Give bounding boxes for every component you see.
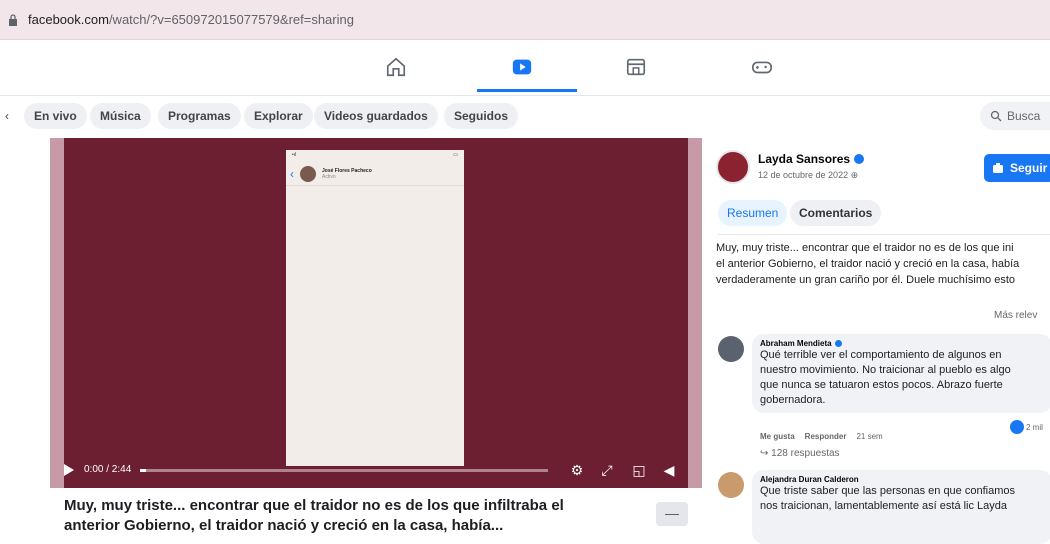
video-controls: 0:00 / 2:44 ⚙ ⤢ ◱ ◀ xyxy=(50,458,702,486)
post-description: Muy, muy triste... encontrar que el trai… xyxy=(716,242,1020,286)
phone-status-bar: •ıl ▭ xyxy=(292,152,458,158)
progress-track[interactable] xyxy=(140,469,548,472)
chip-musica[interactable]: Música xyxy=(90,103,151,129)
phone-chat-header: ‹ José Flores Pacheco Activo xyxy=(286,162,464,186)
comment-avatar[interactable] xyxy=(718,472,744,498)
reaction-count[interactable]: 2 mil xyxy=(1026,423,1043,432)
fullscreen-expand-icon[interactable]: ⤢ xyxy=(598,461,616,479)
play-icon[interactable] xyxy=(64,464,74,476)
search-input[interactable]: Busca xyxy=(980,102,1050,130)
phone-screenshot: •ıl ▭ ‹ José Flores Pacheco Activo xyxy=(286,150,464,466)
chip-programas[interactable]: Programas xyxy=(158,103,241,129)
reply-arrow-icon: ↪ xyxy=(760,448,772,459)
volume-icon[interactable]: ◀ xyxy=(660,461,678,479)
lock-icon xyxy=(9,13,17,26)
home-icon[interactable] xyxy=(382,54,410,80)
phone-chat-status: Activo xyxy=(322,173,336,180)
chip-seguidos[interactable]: Seguidos xyxy=(444,103,519,129)
avatar xyxy=(300,165,316,182)
comment-sort-dropdown[interactable]: Más relev xyxy=(994,310,1037,321)
chevron-left-icon[interactable]: ‹ xyxy=(0,106,14,126)
video-right-edge xyxy=(688,138,702,488)
author-name[interactable]: Layda Sansores xyxy=(758,152,865,166)
comment-author[interactable]: Abraham Mendieta xyxy=(760,339,1044,348)
gaming-icon[interactable] xyxy=(748,54,776,80)
reply-link[interactable]: Responder xyxy=(805,432,847,441)
comment-actions: Me gusta Responder 21 sem xyxy=(760,432,883,441)
chip-en-vivo[interactable]: En vivo xyxy=(24,103,87,129)
video-player[interactable]: •ıl ▭ ‹ José Flores Pacheco Activo 0:00 /… xyxy=(50,138,702,488)
verified-badge-icon xyxy=(854,154,865,164)
divider xyxy=(718,234,1050,235)
tab-comentarios[interactable]: Comentarios xyxy=(790,200,882,226)
globe-icon: ⊕ xyxy=(850,170,859,180)
search-icon xyxy=(990,110,1002,122)
chevron-left-icon: ‹ xyxy=(290,166,294,181)
top-navigation xyxy=(0,40,1050,96)
video-left-edge xyxy=(50,138,64,488)
view-replies-link[interactable]: ↪ 128 respuestas xyxy=(760,448,840,459)
video-caption: Muy, muy triste... encontrar que el trai… xyxy=(64,496,664,536)
like-link[interactable]: Me gusta xyxy=(760,432,795,441)
comment-time: 21 sem xyxy=(856,432,883,441)
watch-icon[interactable] xyxy=(508,54,536,80)
miniplayer-icon[interactable]: ◱ xyxy=(630,461,648,479)
comment-bubble: Alejandra Duran Calderon Que triste sabe… xyxy=(752,470,1050,544)
settings-icon[interactable]: ⚙ xyxy=(568,461,586,479)
author-avatar[interactable] xyxy=(716,150,750,184)
chip-videos-guardados[interactable]: Videos guardados xyxy=(314,103,438,129)
video-time: 0:00 / 2:44 xyxy=(84,464,132,475)
address-bar[interactable]: facebook.com/watch/?v=650972015077579&re… xyxy=(0,0,1050,40)
follow-button[interactable]: Seguir xyxy=(984,154,1050,182)
post-date[interactable]: 12 de octubre de 2022 ⊕ xyxy=(758,170,858,181)
video-info-panel: Layda Sansores 12 de octubre de 2022 ⊕ S… xyxy=(704,136,1050,544)
more-button[interactable]: — xyxy=(656,502,688,526)
comment-author[interactable]: Alejandra Duran Calderon xyxy=(760,475,1044,484)
tab-resumen[interactable]: Resumen xyxy=(718,200,788,226)
caption-line-2: anterior Gobierno, el traidor nació y cr… xyxy=(64,517,504,534)
url-text: facebook.com/watch/?v=650972015077579&re… xyxy=(28,12,354,27)
progress-fill xyxy=(140,469,147,472)
comment-avatar[interactable] xyxy=(718,336,744,362)
phone-chat-name: José Flores Pacheco xyxy=(322,167,372,174)
like-reaction-icon xyxy=(1010,420,1024,434)
watch-category-bar: ‹ En vivo Música Programas Explorar Vide… xyxy=(0,98,1050,134)
chip-explorar[interactable]: Explorar xyxy=(244,103,313,129)
verified-badge-icon xyxy=(834,340,842,347)
active-tab-indicator xyxy=(477,89,577,92)
comment-bubble: Abraham Mendieta Qué terrible ver el com… xyxy=(752,334,1050,413)
marketplace-icon[interactable] xyxy=(622,54,650,80)
caption-line-1: Muy, muy triste... encontrar que el trai… xyxy=(64,497,564,514)
follow-icon xyxy=(993,163,1003,173)
